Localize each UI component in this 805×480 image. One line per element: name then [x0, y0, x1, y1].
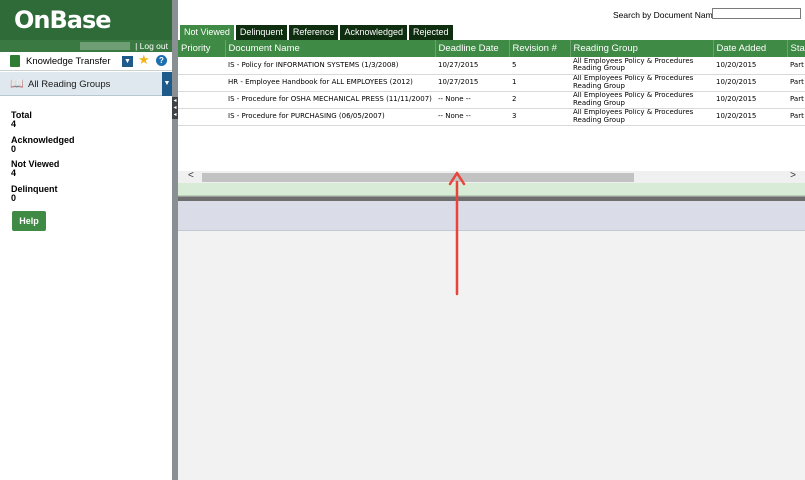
- cell-priority: [178, 74, 225, 92]
- column-header-priority[interactable]: Priority: [178, 40, 226, 57]
- cell-date-added: 10/20/2015: [713, 74, 787, 92]
- cell-deadline-date: -- None --: [435, 108, 509, 126]
- stat-label: Not Viewed: [11, 159, 60, 169]
- cell-reading-group: All Employees Policy & Procedures Readin…: [570, 74, 713, 92]
- column-header-revision[interactable]: Revision #: [509, 40, 571, 57]
- tab-rejected[interactable]: Rejected: [408, 25, 453, 40]
- stat-value: 0: [11, 144, 17, 154]
- scroll-right-icon[interactable]: >: [790, 170, 796, 181]
- cell-revision: 5: [509, 57, 570, 75]
- cell-document-name[interactable]: IS - Procedure for OSHA MECHANICAL PRESS…: [225, 91, 435, 109]
- tab-delinquent[interactable]: Delinquent: [235, 25, 287, 40]
- search-label: Search by Document Name:: [613, 10, 720, 20]
- tab-bar: Not Viewed Delinquent Reference Acknowle…: [180, 25, 455, 40]
- tab-acknowledged[interactable]: Acknowledged: [340, 25, 407, 40]
- help-button[interactable]: Help: [12, 211, 46, 231]
- horizontal-scrollbar[interactable]: < >: [178, 170, 805, 183]
- cell-priority: [178, 91, 225, 109]
- open-book-icon: 📖: [10, 78, 24, 90]
- cell-date-added: 10/20/2015: [713, 57, 787, 75]
- table-row[interactable]: IS - Procedure for OSHA MECHANICAL PRESS…: [178, 91, 805, 109]
- cell-reading-group: All Employees Policy & Procedures Readin…: [570, 57, 713, 75]
- cell-date-added: 10/20/2015: [713, 108, 787, 126]
- left-panel: OnBase | Log out Knowledge Transfer ▼ ★ …: [0, 0, 172, 480]
- documents-table: Priority Document Name Deadline Date Rev…: [178, 40, 805, 126]
- table-header-row: Priority Document Name Deadline Date Rev…: [178, 40, 805, 57]
- cell-deadline-date: -- None --: [435, 91, 509, 109]
- cell-document-name[interactable]: HR - Employee Handbook for ALL EMPLOYEES…: [225, 74, 435, 92]
- column-header-document-name[interactable]: Document Name: [225, 40, 436, 57]
- cell-deadline-date: 10/27/2015: [435, 74, 509, 92]
- stat-total: Total 4: [11, 110, 32, 129]
- user-name-redacted: [80, 42, 130, 50]
- star-icon[interactable]: ★: [138, 53, 150, 67]
- view-selector-label: Knowledge Transfer: [26, 56, 111, 67]
- reading-group-label: All Reading Groups: [28, 79, 111, 90]
- annotation-arrow-icon: [448, 171, 466, 296]
- pager-strip: [178, 183, 805, 196]
- cell-reading-group: All Employees Policy & Procedures Readin…: [570, 108, 713, 126]
- cell-revision: 3: [509, 108, 570, 126]
- cell-priority: [178, 108, 225, 126]
- cell-deadline-date: 10/27/2015: [435, 57, 509, 75]
- logo-bar: OnBase: [0, 0, 172, 40]
- cell-priority: [178, 57, 225, 75]
- table-row[interactable]: HR - Employee Handbook for ALL EMPLOYEES…: [178, 74, 805, 92]
- search-input[interactable]: [712, 8, 801, 19]
- question-circle-icon[interactable]: ?: [156, 55, 167, 66]
- stat-value: 0: [11, 193, 17, 203]
- view-selector[interactable]: Knowledge Transfer ▼ ★ ?: [0, 52, 172, 71]
- cell-date-added: 10/20/2015: [713, 91, 787, 109]
- view-dropdown-button[interactable]: ▼: [122, 56, 133, 67]
- cell-status: Part: [787, 108, 805, 126]
- document-viewer-toolbar: [178, 201, 805, 231]
- onbase-logo: OnBase: [14, 6, 112, 34]
- cell-revision: 2: [509, 91, 570, 109]
- tab-reference[interactable]: Reference: [288, 25, 339, 40]
- document-viewer-area: [178, 231, 805, 480]
- column-header-deadline-date[interactable]: Deadline Date: [435, 40, 510, 57]
- column-header-date-added[interactable]: Date Added: [713, 40, 788, 57]
- cell-document-name[interactable]: IS - Procedure for PURCHASING (06/05/200…: [225, 108, 435, 126]
- tab-not-viewed[interactable]: Not Viewed: [180, 25, 234, 40]
- stat-value: 4: [11, 168, 17, 178]
- column-header-reading-group[interactable]: Reading Group: [570, 40, 714, 57]
- cell-status: Part: [787, 74, 805, 92]
- cell-document-name[interactable]: IS - Policy for INFORMATION SYSTEMS (1/3…: [225, 57, 435, 75]
- scrollbar-thumb[interactable]: [202, 173, 634, 182]
- user-bar: | Log out: [0, 40, 172, 52]
- documents-table-container: Priority Document Name Deadline Date Rev…: [178, 40, 805, 126]
- stat-value: 4: [11, 119, 17, 129]
- table-row[interactable]: IS - Procedure for PURCHASING (06/05/200…: [178, 108, 805, 126]
- column-header-status[interactable]: Sta: [787, 40, 805, 57]
- cell-status: Part: [787, 91, 805, 109]
- stat-label: Delinquent: [11, 184, 58, 194]
- stat-delinquent: Delinquent 0: [11, 184, 58, 203]
- reading-group-selector[interactable]: 📖 All Reading Groups ▼: [0, 72, 172, 96]
- reading-group-dropdown-button[interactable]: ▼: [162, 72, 172, 96]
- logout-link[interactable]: | Log out: [135, 40, 168, 52]
- stat-label: Acknowledged: [11, 135, 75, 145]
- scroll-left-icon[interactable]: <: [188, 170, 194, 181]
- cell-reading-group: All Employees Policy & Procedures Readin…: [570, 91, 713, 109]
- table-row[interactable]: IS - Policy for INFORMATION SYSTEMS (1/3…: [178, 57, 805, 75]
- book-green-icon: [10, 55, 20, 67]
- stat-not-viewed: Not Viewed 4: [11, 159, 59, 178]
- cell-status: Part: [787, 57, 805, 75]
- cell-revision: 1: [509, 74, 570, 92]
- stat-acknowledged: Acknowledged 0: [11, 135, 75, 154]
